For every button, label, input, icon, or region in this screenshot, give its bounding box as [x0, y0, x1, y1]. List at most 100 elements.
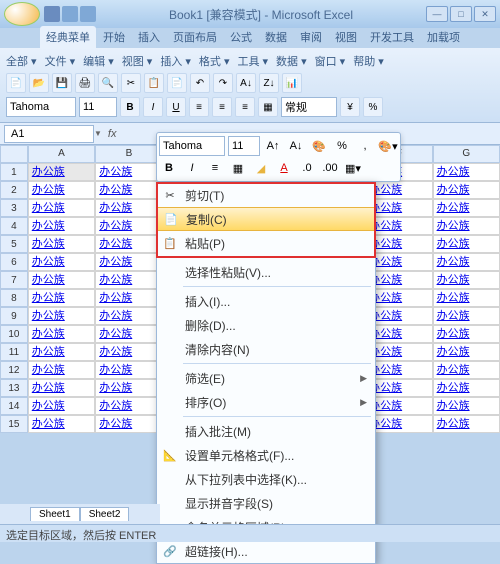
align-right-icon[interactable]: ≡ — [235, 97, 255, 117]
cell[interactable]: 办公族 — [28, 361, 95, 379]
style-combo[interactable]: 常规 — [281, 97, 337, 117]
sort-asc-icon[interactable]: A↓ — [236, 73, 256, 93]
cell[interactable]: 办公族 — [95, 343, 162, 361]
row-header[interactable]: 10 — [0, 325, 28, 343]
minimize-button[interactable]: — — [426, 6, 448, 22]
context-menu-item[interactable]: ✂剪切(T) — [157, 183, 375, 207]
cell[interactable]: 办公族 — [95, 325, 162, 343]
redo-icon[interactable]: ↷ — [213, 73, 233, 93]
style-dropdown-icon[interactable]: 🎨▾ — [378, 136, 398, 156]
row-header[interactable]: 14 — [0, 397, 28, 415]
cell[interactable]: 办公族 — [28, 397, 95, 415]
cell[interactable]: 办公族 — [433, 343, 500, 361]
cell[interactable]: 办公族 — [95, 181, 162, 199]
close-button[interactable]: ✕ — [474, 6, 496, 22]
menu-item[interactable]: 插入 ▾ — [160, 53, 191, 69]
context-menu-item[interactable]: 清除内容(N) — [157, 337, 375, 361]
ribbon-tab[interactable]: 公式 — [224, 26, 258, 48]
bold-button[interactable]: B — [120, 97, 140, 117]
chevron-down-icon[interactable]: ▼ — [94, 129, 102, 138]
ribbon-tab[interactable]: 加载项 — [421, 26, 466, 48]
decrease-decimal-icon[interactable]: .0 — [297, 158, 317, 178]
row-header[interactable]: 8 — [0, 289, 28, 307]
context-menu-item[interactable]: 选择性粘贴(V)... — [157, 260, 375, 284]
row-header[interactable]: 1 — [0, 163, 28, 181]
row-header[interactable]: 13 — [0, 379, 28, 397]
align-center-icon[interactable]: ≡ — [212, 97, 232, 117]
cell[interactable]: 办公族 — [433, 253, 500, 271]
undo-icon[interactable]: ↶ — [190, 73, 210, 93]
save-icon[interactable] — [44, 6, 60, 22]
context-menu-item[interactable]: 筛选(E)▶ — [157, 366, 375, 390]
ribbon-tab[interactable]: 开始 — [97, 26, 131, 48]
context-menu-item[interactable]: 排序(O)▶ — [157, 390, 375, 414]
row-header[interactable]: 12 — [0, 361, 28, 379]
undo-icon[interactable] — [62, 6, 78, 22]
cell[interactable]: 办公族 — [28, 325, 95, 343]
ribbon-tab[interactable]: 审阅 — [294, 26, 328, 48]
ribbon-tab[interactable]: 视图 — [329, 26, 363, 48]
cell[interactable]: 办公族 — [95, 271, 162, 289]
row-header[interactable]: 3 — [0, 199, 28, 217]
cell[interactable]: 办公族 — [95, 379, 162, 397]
cell[interactable]: 办公族 — [433, 199, 500, 217]
cell[interactable]: 办公族 — [433, 271, 500, 289]
row-header[interactable]: 11 — [0, 343, 28, 361]
column-header[interactable]: B — [95, 145, 162, 163]
cell[interactable]: 办公族 — [28, 163, 95, 181]
open-icon[interactable]: 📂 — [29, 73, 49, 93]
context-menu-item[interactable]: 显示拼音字段(S) — [157, 491, 375, 515]
redo-icon[interactable] — [80, 6, 96, 22]
menu-item[interactable]: 文件 ▾ — [45, 53, 76, 69]
ribbon-tab[interactable]: 页面布局 — [167, 26, 223, 48]
sheet-tab[interactable]: Sheet2 — [80, 507, 130, 521]
sort-desc-icon[interactable]: Z↓ — [259, 73, 279, 93]
cell[interactable]: 办公族 — [433, 181, 500, 199]
cell[interactable]: 办公族 — [433, 289, 500, 307]
merge-icon[interactable]: ▦▾ — [343, 158, 363, 178]
cell[interactable]: 办公族 — [28, 181, 95, 199]
fx-icon[interactable]: fx — [108, 128, 117, 140]
menu-item[interactable]: 编辑 ▾ — [83, 53, 114, 69]
font-size-combo[interactable]: 11 — [79, 97, 117, 117]
cell[interactable]: 办公族 — [28, 379, 95, 397]
menu-item[interactable]: 数据 ▾ — [276, 53, 307, 69]
row-header[interactable]: 4 — [0, 217, 28, 235]
align-left-icon[interactable]: ≡ — [189, 97, 209, 117]
context-menu-item[interactable]: 删除(D)... — [157, 313, 375, 337]
context-menu-item[interactable]: 📋粘贴(P) — [157, 231, 375, 255]
context-menu-item[interactable]: 插入批注(M) — [157, 419, 375, 443]
cell[interactable]: 办公族 — [433, 235, 500, 253]
office-button[interactable] — [4, 2, 40, 26]
cell[interactable]: 办公族 — [433, 325, 500, 343]
cell[interactable]: 办公族 — [28, 217, 95, 235]
cell[interactable]: 办公族 — [28, 253, 95, 271]
cell[interactable]: 办公族 — [28, 271, 95, 289]
percent-icon[interactable]: % — [363, 97, 383, 117]
cell[interactable]: 办公族 — [95, 307, 162, 325]
copy-icon[interactable]: 📋 — [144, 73, 164, 93]
row-header[interactable]: 5 — [0, 235, 28, 253]
ribbon-tab[interactable]: 开发工具 — [364, 26, 420, 48]
save-icon[interactable]: 💾 — [52, 73, 72, 93]
cell[interactable]: 办公族 — [95, 253, 162, 271]
context-menu-item[interactable]: 📄复制(C) — [157, 207, 375, 231]
cell[interactable]: 办公族 — [95, 235, 162, 253]
maximize-button[interactable]: □ — [450, 6, 472, 22]
cell[interactable]: 办公族 — [433, 217, 500, 235]
mini-size-combo[interactable]: 11 — [228, 136, 260, 156]
cell[interactable]: 办公族 — [28, 289, 95, 307]
cell[interactable]: 办公族 — [433, 397, 500, 415]
column-header[interactable]: A — [28, 145, 95, 163]
row-header[interactable]: 15 — [0, 415, 28, 433]
align-center-icon[interactable]: ≡ — [205, 158, 225, 178]
cell[interactable]: 办公族 — [28, 199, 95, 217]
border-icon[interactable]: ▦ — [228, 158, 248, 178]
style-icon[interactable]: 🎨 — [309, 136, 329, 156]
underline-button[interactable]: U — [166, 97, 186, 117]
select-all-corner[interactable] — [0, 145, 28, 163]
cell[interactable]: 办公族 — [433, 379, 500, 397]
cell[interactable]: 办公族 — [433, 307, 500, 325]
mini-font-combo[interactable]: Tahoma — [159, 136, 225, 156]
ribbon-tab[interactable]: 数据 — [259, 26, 293, 48]
